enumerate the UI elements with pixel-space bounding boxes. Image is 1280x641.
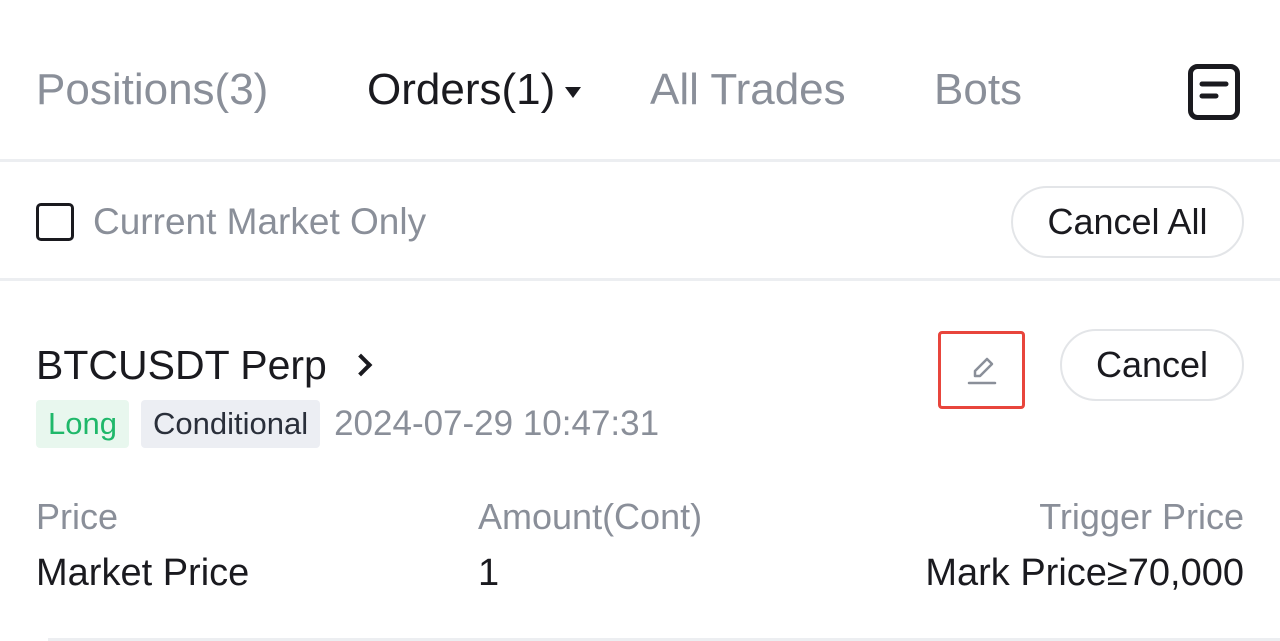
order-timestamp: 2024-07-29 10:47:31 xyxy=(334,404,660,443)
chevron-right-icon xyxy=(349,353,373,377)
amount-label: Amount(Cont) xyxy=(478,496,703,537)
order-card: BTCUSDT Perp Cancel Long Conditional 202… xyxy=(0,281,1280,641)
tab-bar: Positions(3) Orders(1) All Trades Bots xyxy=(0,0,1280,160)
trigger-price-value: Mark Price≥70,000 xyxy=(925,552,1244,594)
pencil-icon xyxy=(967,357,996,385)
tab-bots[interactable]: Bots xyxy=(934,60,1022,120)
tab-all-trades[interactable]: All Trades xyxy=(650,60,846,120)
document-icon[interactable] xyxy=(1188,64,1240,120)
order-tags: Long Conditional 2024-07-29 10:47:31 xyxy=(36,400,659,448)
price-value: Market Price xyxy=(36,552,250,594)
side-badge: Long xyxy=(36,400,129,448)
order-symbol-link[interactable]: BTCUSDT Perp xyxy=(36,341,373,389)
filter-row: Current Market Only Cancel All xyxy=(0,162,1280,278)
cancel-all-button[interactable]: Cancel All xyxy=(1011,186,1244,258)
amount-value: 1 xyxy=(478,552,500,594)
tab-orders[interactable]: Orders(1) xyxy=(367,60,582,120)
tab-positions[interactable]: Positions(3) xyxy=(36,60,268,120)
caret-down-icon xyxy=(565,86,582,98)
cancel-order-button[interactable]: Cancel xyxy=(1060,329,1244,401)
trigger-price-label: Trigger Price xyxy=(1039,496,1244,537)
price-label: Price xyxy=(36,496,119,537)
edit-order-button[interactable] xyxy=(938,331,1025,409)
order-symbol: BTCUSDT Perp xyxy=(36,342,327,388)
order-type-badge: Conditional xyxy=(140,400,321,448)
current-market-label[interactable]: Current Market Only xyxy=(93,200,426,244)
tab-orders-label: Orders(1) xyxy=(367,65,556,114)
current-market-checkbox[interactable] xyxy=(36,203,74,241)
